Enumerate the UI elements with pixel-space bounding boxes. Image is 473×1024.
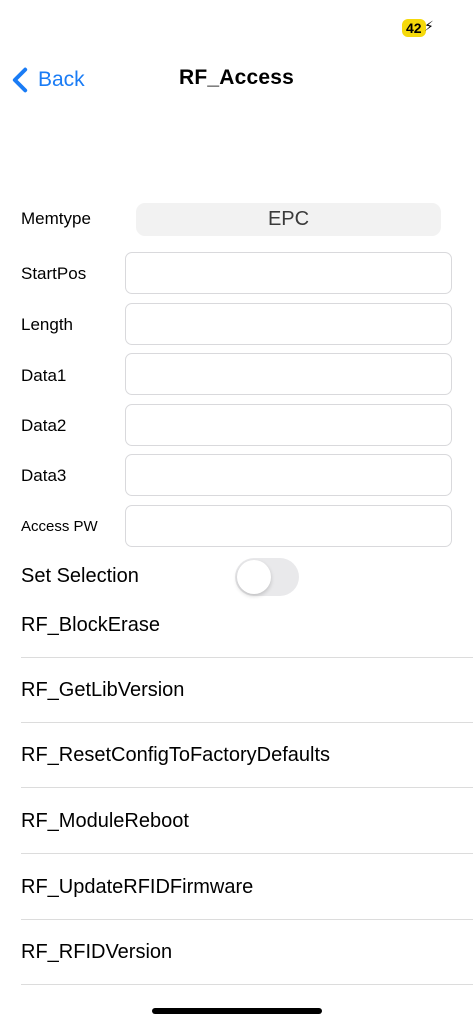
data2-label: Data2 <box>21 416 67 435</box>
list-item-rf-updaterfidfirmware[interactable]: RF_UpdateRFIDFirmware <box>21 855 473 920</box>
battery-indicator: 42 <box>402 19 426 37</box>
navigation-bar: Back RF_Access <box>0 56 473 104</box>
accesspw-input[interactable] <box>125 505 452 547</box>
accesspw-label: Access PW <box>21 518 98 535</box>
list-item-rf-modulereboot[interactable]: RF_ModuleReboot <box>21 789 473 854</box>
startpos-label: StartPos <box>21 264 87 283</box>
startpos-input[interactable] <box>125 252 452 294</box>
data2-input[interactable] <box>125 404 452 446</box>
length-input[interactable] <box>125 303 452 345</box>
command-list: RF_BlockErase RF_GetLibVersion RF_ResetC… <box>0 606 473 990</box>
status-bar: 42 ⚡ <box>0 0 473 52</box>
set-selection-toggle[interactable] <box>235 558 299 596</box>
data1-input[interactable] <box>125 353 452 395</box>
list-item-rf-resetconfigtofactorydefaults[interactable]: RF_ResetConfigToFactoryDefaults <box>21 723 473 788</box>
list-item-rf-blockerase[interactable]: RF_BlockErase <box>21 606 473 658</box>
list-item-rf-rfidversion[interactable]: RF_RFIDVersion <box>21 920 473 985</box>
memtype-selector[interactable]: EPC <box>136 203 441 236</box>
length-label: Length <box>21 315 73 334</box>
set-selection-label: Set Selection <box>21 565 139 587</box>
data3-label: Data3 <box>21 466 67 485</box>
data1-label: Data1 <box>21 366 67 385</box>
memtype-label: Memtype <box>21 209 91 228</box>
memtype-value: EPC <box>267 208 310 230</box>
data3-input[interactable] <box>125 454 452 496</box>
page-title: RF_Access <box>178 66 295 89</box>
list-item-rf-getlibversion[interactable]: RF_GetLibVersion <box>21 658 473 723</box>
charging-bolt-icon: ⚡ <box>424 18 434 34</box>
toggle-knob <box>237 560 271 594</box>
home-indicator <box>152 1008 322 1014</box>
